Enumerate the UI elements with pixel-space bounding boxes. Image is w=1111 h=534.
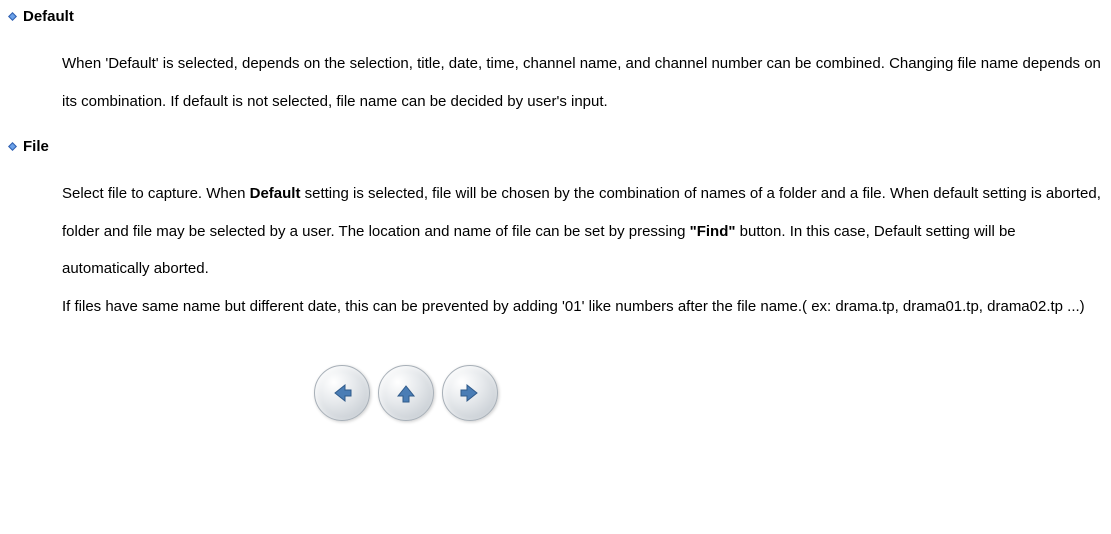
section-title-file: File: [23, 138, 49, 155]
file-text-line2: If files have same name but different da…: [62, 298, 1085, 315]
file-text-bold-default: Default: [250, 185, 301, 202]
diamond-bullet-icon: [8, 12, 17, 21]
nav-buttons: [0, 365, 1103, 421]
arrow-up-icon: [391, 378, 421, 408]
forward-button[interactable]: [442, 365, 498, 421]
section-body-default: When 'Default' is selected, depends on t…: [62, 45, 1103, 120]
arrow-right-icon: [455, 378, 485, 408]
section-header-default: Default: [8, 8, 1103, 25]
arrow-left-icon: [327, 378, 357, 408]
up-button[interactable]: [378, 365, 434, 421]
section-header-file: File: [8, 138, 1103, 155]
back-button[interactable]: [314, 365, 370, 421]
diamond-bullet-icon: [8, 142, 17, 151]
section-title-default: Default: [23, 8, 74, 25]
file-text-bold-find: "Find": [690, 223, 736, 240]
section-body-file: Select file to capture. When Default set…: [62, 175, 1103, 325]
file-text-pre: Select file to capture. When: [62, 185, 250, 202]
